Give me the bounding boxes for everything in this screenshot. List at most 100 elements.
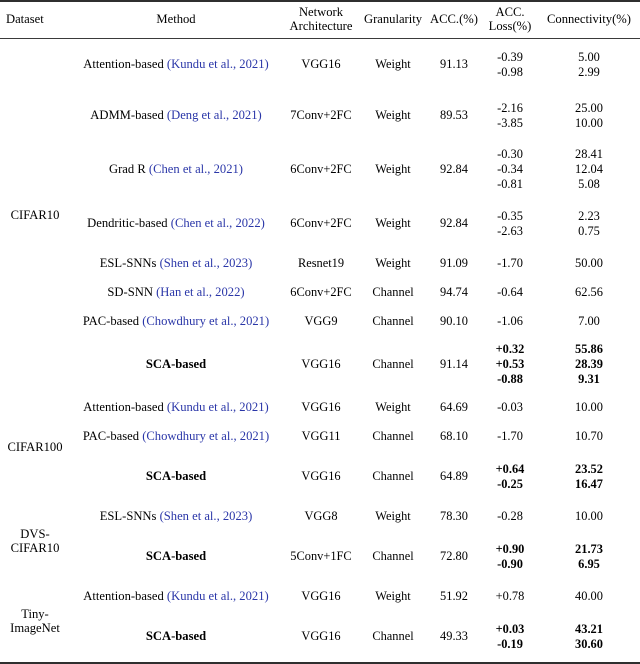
method-name: SCA-based [145,357,207,372]
acc-loss-value: -0.98 [497,64,523,79]
granularity-cell: Channel [372,314,414,329]
method-cell: ESL-SNNs (Shen et al., 2023) [70,502,282,531]
table-row: Tiny- ImageNet Attention-based (Kundu et a… [0,582,640,635]
table-row: DVS- CIFAR10 ESL-SNNs (Shen et al., 2023) V… [0,502,640,555]
acc-loss-cell: +0.03 -0.19 [482,611,538,663]
dataset-label-line2: CIFAR10 [10,541,60,556]
method-name: Attention-based [83,400,164,415]
connectivity-value: 43.21 [575,621,603,636]
method-cell: SCA-based [70,531,282,582]
architecture-cell: 7Conv+2FC [290,108,352,123]
granularity-cell: Channel [372,629,414,644]
citation-link[interactable]: (Chowdhury et al., 2021) [142,314,269,328]
connectivity-value: 6.95 [578,556,600,571]
accuracy-cell: 94.74 [440,285,468,300]
connectivity-value: 25.00 [575,100,603,115]
connectivity-value: 2.99 [578,64,600,79]
acc-loss-value: -2.16 [497,100,523,115]
connectivity-cell: 28.41 12.04 5.08 [538,141,640,198]
table-row: SCA-based 5Conv+1FC Channel 72.80 +0.90 -0.90… [0,531,640,582]
method-name: Grad R [109,162,146,177]
citation-link[interactable]: (Deng et al., 2021) [167,108,262,122]
accuracy-cell: 92.84 [440,216,468,231]
connectivity-value: 40.00 [575,589,603,604]
table-row: PAC-based (Chowdhury et al., 2021) VGG11 C… [0,422,640,451]
acc-loss-value: -0.34 [497,162,523,177]
connectivity-cell: 7.00 [538,307,640,336]
acc-loss-cell: -0.30 -0.34 -0.81 [482,141,538,198]
acc-loss-value: -0.19 [497,636,523,651]
acc-loss-value: -1.70 [497,256,523,271]
acc-loss-value: +0.53 [495,357,525,372]
acc-loss-value: +0.78 [495,589,525,604]
dataset-label: Tiny- ImageNet [0,582,70,663]
connectivity-value: 28.39 [575,357,603,372]
citation-link[interactable]: (Han et al., 2022) [156,285,244,299]
citation-link[interactable]: (Kundu et al., 2021) [167,589,269,603]
method-name: Attention-based [83,589,164,604]
dataset-label-line1: Tiny- [21,607,49,622]
connectivity-cell: 25.00 10.00 [538,90,640,141]
acc-loss-cell: -1.70 [482,249,538,278]
granularity-cell: Channel [372,285,414,300]
architecture-cell: VGG16 [301,469,341,484]
connectivity-cell: 50.00 [538,249,640,278]
acc-loss-value: -0.64 [497,285,523,300]
connectivity-value: 28.41 [575,147,603,161]
method-name: SCA-based [145,629,207,644]
column-header-acc: ACC.(%) [430,11,478,26]
acc-loss-value: -0.30 [497,147,523,161]
connectivity-value: 10.70 [575,429,603,444]
method-cell: Attention-based (Kundu et al., 2021) [70,582,282,611]
architecture-cell: VGG11 [301,429,341,444]
method-name: PAC-based [82,429,140,444]
connectivity-value: 50.00 [575,256,603,271]
connectivity-cell: 10.00 [538,502,640,531]
method-cell: SCA-based [70,336,282,393]
architecture-cell: VGG9 [304,314,338,329]
connectivity-cell: 43.21 30.60 [538,611,640,663]
acc-loss-value: -0.39 [497,49,523,64]
citation-link[interactable]: (Kundu et al., 2021) [167,400,269,414]
architecture-cell: Resnet19 [297,256,345,271]
table-row: CIFAR10 Attention-based (Kundu et al., 20… [0,39,640,223]
acc-loss-cell: +0.32 +0.53 -0.88 [482,336,538,393]
dataset-label-line2: ImageNet [10,621,60,636]
granularity-cell: Weight [375,216,411,231]
acc-loss-value: -0.35 [497,208,523,223]
citation-link[interactable]: (Chowdhury et al., 2021) [142,429,269,443]
architecture-cell: VGG16 [301,57,341,72]
acc-loss-value: -0.25 [497,476,523,491]
table-row: PAC-based (Chowdhury et al., 2021) VGG9 Ch… [0,307,640,336]
accuracy-cell: 91.13 [440,57,468,72]
citation-link[interactable]: (Chen et al., 2021) [149,162,243,176]
accuracy-cell: 72.80 [440,549,468,564]
citation-link[interactable]: (Kundu et al., 2021) [167,57,269,71]
method-cell: SCA-based [70,611,282,663]
architecture-cell: VGG16 [301,629,341,644]
connectivity-cell: 5.00 2.99 [538,39,640,90]
method-name: SCA-based [145,549,207,564]
accuracy-cell: 51.92 [440,589,468,604]
method-cell: PAC-based (Chowdhury et al., 2021) [70,307,282,336]
method-cell: SCA-based [70,451,282,502]
acc-loss-value: -0.90 [497,556,523,571]
acc-loss-cell: -0.64 [482,278,538,307]
architecture-cell: VGG8 [304,509,338,524]
citation-link[interactable]: (Shen et al., 2023) [160,509,253,523]
citation-link[interactable]: (Chen et al., 2022) [171,216,265,230]
method-name: Attention-based [83,57,164,72]
column-header-connectivity: Connectivity(%) [547,11,631,26]
architecture-cell: 6Conv+2FC [290,216,352,231]
column-header-line1: Network [298,5,344,19]
granularity-cell: Channel [372,429,414,444]
table-row: ADMM-based (Deng et al., 2021) 7Conv+2FC W… [0,90,640,141]
table-row: Dendritic-based (Chen et al., 2022) 6Conv… [0,198,640,249]
acc-loss-value: +0.90 [495,541,525,556]
acc-loss-cell: -0.28 [482,502,538,531]
connectivity-cell: 40.00 [538,582,640,611]
acc-loss-value: -1.06 [497,314,523,329]
method-name: SD-SNN [107,285,153,300]
citation-link[interactable]: (Shen et al., 2023) [160,256,253,270]
method-name: ESL-SNNs [99,509,157,524]
